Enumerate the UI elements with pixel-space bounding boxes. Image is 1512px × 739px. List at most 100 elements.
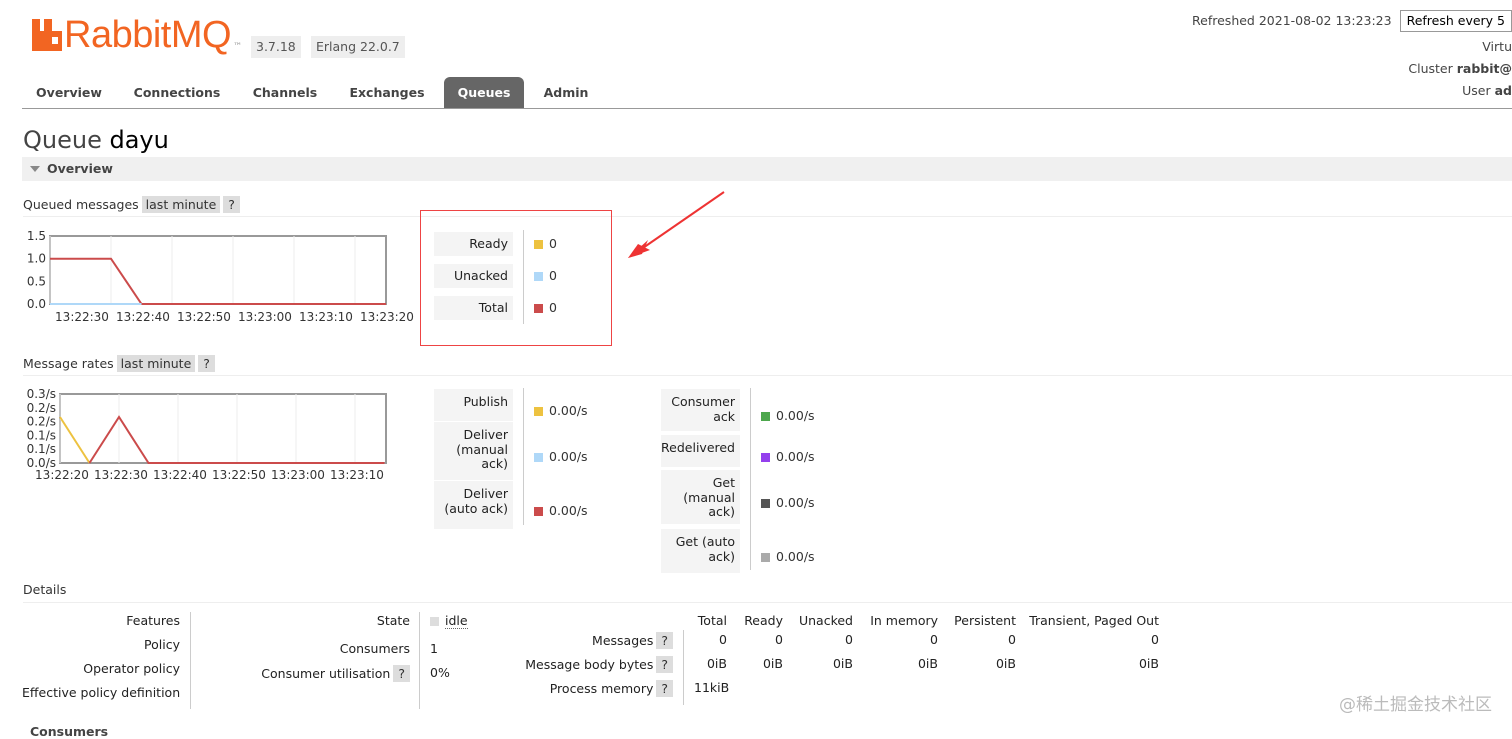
plot-frame [59, 393, 387, 464]
queued-unacked-label: Unacked [434, 264, 513, 288]
y-tick-label: 0.3/s [27, 387, 56, 401]
table-cell: 0 [775, 632, 783, 647]
tab-admin[interactable]: Admin [536, 77, 596, 108]
effective-policy-label: Effective policy definition [22, 685, 181, 700]
tab-channels[interactable]: Channels [244, 77, 326, 108]
trademark: ™ [233, 42, 243, 52]
queued-heading-text: Queued messages [23, 197, 139, 212]
y-tick-label: 0.5 [27, 274, 46, 288]
legend-value-text: 0.00/s [549, 449, 588, 464]
collapse-triangle-icon [30, 166, 40, 172]
rate-right-0-value: 0.00/s [761, 408, 815, 423]
cluster-label: Cluster [1408, 61, 1453, 76]
table-cell: 0iB [832, 656, 853, 671]
row-label: Messages? [480, 632, 673, 649]
x-tick-label: 13:23:10 [299, 310, 353, 324]
table-cell: 0iB [917, 656, 938, 671]
x-tick-label: 13:22:30 [55, 310, 109, 324]
legend-value-text: 0.00/s [549, 403, 588, 418]
state-text: idle [445, 613, 468, 629]
version-badge: 3.7.18 [251, 36, 301, 58]
x-tick-label: 13:23:00 [271, 468, 325, 482]
queued-help-button[interactable]: ? [223, 196, 240, 213]
utilisation-help-button[interactable]: ? [393, 665, 410, 682]
tab-connections[interactable]: Connections [126, 77, 228, 108]
table-cell: 0iB [762, 656, 783, 671]
idle-state-icon [430, 617, 439, 626]
table-cell: 0 [1008, 632, 1016, 647]
queued-unacked-value: 0 [534, 268, 557, 283]
refresh-area: Refreshed 2021-08-02 13:23:23 Refresh ev… [1192, 10, 1512, 32]
rate-right-3-value: 0.00/s [761, 549, 815, 564]
legend-value-text: 0.00/s [549, 503, 588, 518]
tab-overview[interactable]: Overview [22, 77, 116, 108]
legend-swatch-icon [761, 453, 770, 462]
x-tick-label: 13:23:20 [360, 310, 414, 324]
rate-left-2-label: Deliver (auto ack) [434, 481, 513, 529]
legend-value-text: 0.00/s [776, 549, 815, 564]
rate-right-2-label: Get (manual ack) [661, 470, 740, 524]
table-cell: 0iB [706, 656, 727, 671]
x-tick-label: 13:22:20 [35, 468, 89, 482]
row-label: Process memory? [480, 680, 673, 697]
row-help-button[interactable]: ? [656, 656, 673, 673]
y-tick-label: 0.1/s [27, 442, 56, 456]
divider [523, 230, 524, 324]
rates-heading-text: Message rates [23, 356, 114, 371]
legend-value-text: 0.00/s [776, 449, 815, 464]
overview-section-header[interactable]: Overview [22, 157, 1512, 181]
y-tick-label: 1.0 [27, 252, 46, 266]
legend-value-text: 0 [549, 268, 557, 283]
tab-queues[interactable]: Queues [444, 77, 524, 108]
x-tick-label: 13:23:10 [330, 468, 384, 482]
rate-right-1-value: 0.00/s [761, 449, 815, 464]
page-title-prefix: Queue [23, 126, 102, 154]
y-tick-label: 1.5 [27, 229, 46, 243]
brand-text: RabbitMQ [64, 14, 232, 56]
table-cell: 11kiB [694, 680, 730, 695]
rate-right-2-value: 0.00/s [761, 495, 815, 510]
column-header: Total [697, 613, 727, 628]
watermark-text: @稀土掘金技术社区 [1339, 695, 1492, 715]
message-rates-chart: 0.3/s0.2/s0.2/s0.1/s0.1/s0.0/s13:22:20 13… [27, 387, 387, 482]
row-help-button[interactable]: ? [656, 632, 673, 649]
divider [523, 388, 524, 525]
table-cell: 0iB [995, 656, 1016, 671]
rabbit-logo-icon [32, 19, 62, 51]
row-label: Message body bytes? [480, 656, 673, 673]
features-label: Features [126, 613, 180, 628]
rate-right-3-label: Get (auto ack) [661, 529, 740, 573]
legend-swatch-icon [761, 499, 770, 508]
main-nav: Overview Connections Channels Exchanges … [22, 77, 1512, 109]
x-tick-label: 13:22:50 [177, 310, 231, 324]
legend-swatch-icon [534, 507, 543, 516]
column-header: Transient, Paged Out [1029, 613, 1159, 628]
queued-range-selector[interactable]: last minute [141, 196, 221, 213]
utilisation-value: 0% [430, 665, 450, 680]
utilisation-text: Consumer utilisation [261, 666, 391, 681]
plot-frame [49, 235, 387, 305]
row-help-button[interactable]: ? [656, 680, 673, 697]
queued-ready-value: 0 [534, 236, 557, 251]
legend-swatch-icon [534, 272, 543, 281]
legend-swatch-icon [534, 304, 543, 313]
rates-help-button[interactable]: ? [198, 355, 215, 372]
queued-messages-heading: Queued messages last minute? [23, 196, 1512, 217]
legend-value-text: 0 [549, 236, 557, 251]
details-heading: Details [23, 582, 1512, 603]
queued-total-value: 0 [534, 300, 557, 315]
table-cell: 0 [719, 632, 727, 647]
rates-range-selector[interactable]: last minute [116, 355, 196, 372]
cluster-value: rabbit@ [1456, 61, 1512, 76]
divider [683, 630, 684, 705]
rabbitmq-logo: RabbitMQ ™ [32, 14, 242, 56]
refresh-interval-select[interactable]: Refresh every 5 [1399, 10, 1512, 32]
divider [190, 612, 191, 709]
refreshed-timestamp: Refreshed 2021-08-02 13:23:23 [1192, 13, 1392, 28]
policy-label: Policy [144, 637, 180, 652]
message-rates-heading: Message rates last minute? [23, 355, 1512, 376]
tab-exchanges[interactable]: Exchanges [342, 77, 432, 108]
overview-section-title: Overview [47, 161, 113, 176]
column-header: Ready [744, 613, 783, 628]
queued-ready-label: Ready [434, 232, 513, 256]
